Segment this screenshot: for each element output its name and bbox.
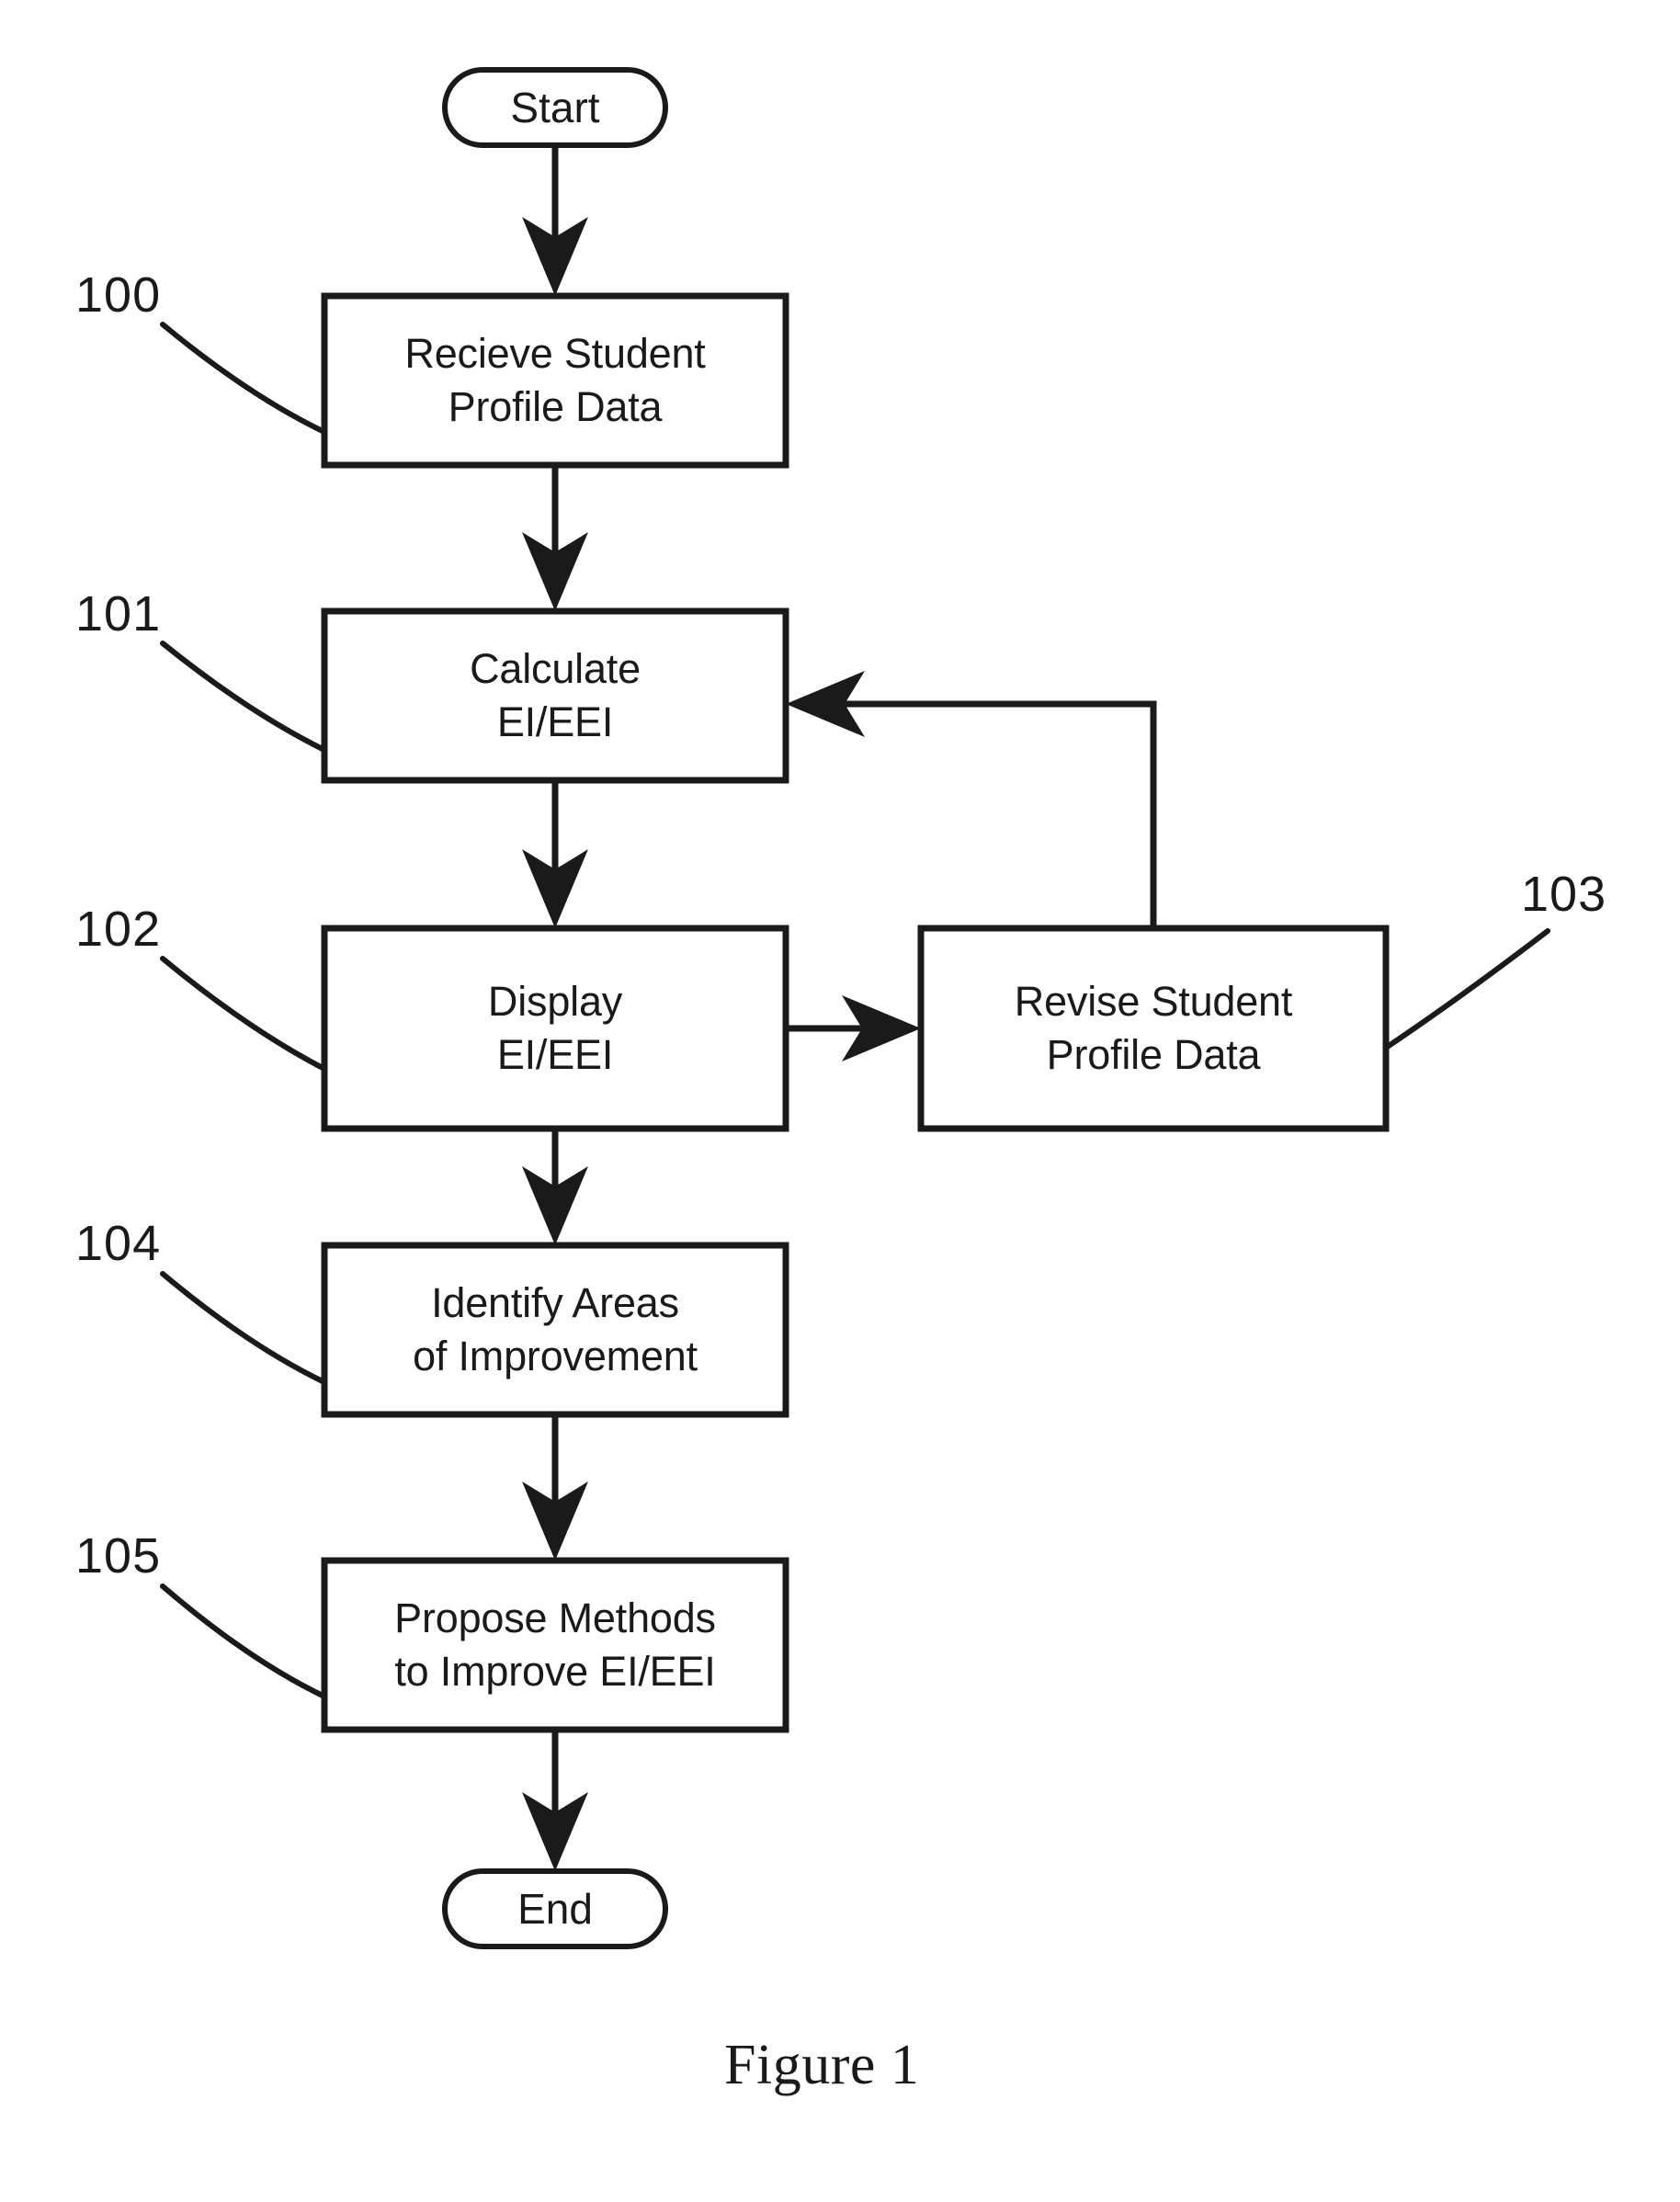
reference-numeral-103: 103 xyxy=(1521,867,1607,922)
reference-numeral-101: 101 xyxy=(75,586,162,641)
leader-line-101 xyxy=(160,641,327,753)
leader-line-100 xyxy=(160,322,327,435)
node-105-label: Propose Methods to Improve EI/EEI xyxy=(324,1561,786,1730)
node-105-line2: to Improve EI/EEI xyxy=(394,1648,716,1695)
figure-caption: Figure 1 xyxy=(724,2034,920,2096)
node-103-line1: Revise Student xyxy=(1014,977,1293,1025)
node-100-line2: Profile Data xyxy=(448,383,663,430)
leader-line-105 xyxy=(160,1583,327,1699)
node-100-line1: Recieve Student xyxy=(404,329,706,377)
node-101-line1: Calculate xyxy=(470,644,641,692)
node-103-line2: Profile Data xyxy=(1046,1031,1261,1078)
node-104-label: Identify Areas of Improvement xyxy=(324,1245,786,1414)
end-label-text: End xyxy=(517,1885,593,1933)
figure-canvas: Start Recieve Student Profile Data 100 C… xyxy=(0,0,1680,2202)
reference-numeral-104: 104 xyxy=(75,1216,162,1271)
node-102-label: Display EI/EEI xyxy=(324,928,786,1129)
reference-numeral-102: 102 xyxy=(75,902,162,957)
node-102-line1: Display xyxy=(487,977,623,1025)
feedback-loop-103-to-101 xyxy=(832,700,1157,928)
start-terminator-label: Start xyxy=(445,70,665,145)
node-101-label: Calculate EI/EEI xyxy=(324,611,786,780)
leader-line-104 xyxy=(160,1271,327,1385)
reference-numeral-100: 100 xyxy=(75,267,162,323)
node-103-label: Revise Student Profile Data xyxy=(921,928,1386,1129)
leader-line-102 xyxy=(160,956,327,1072)
node-105-line1: Propose Methods xyxy=(394,1594,716,1641)
start-label-text: Start xyxy=(510,84,600,131)
node-104-line2: of Improvement xyxy=(413,1333,698,1379)
reference-numeral-105: 105 xyxy=(75,1528,162,1583)
leader-line-103 xyxy=(1383,928,1550,1050)
flowchart-drawing xyxy=(160,67,1550,1949)
node-100-label: Recieve Student Profile Data xyxy=(324,296,786,465)
node-104-line1: Identify Areas xyxy=(431,1278,679,1326)
end-terminator-label: End xyxy=(445,1871,665,1947)
node-101-line2: EI/EEI xyxy=(496,698,614,745)
node-102-line2: EI/EEI xyxy=(496,1031,614,1078)
